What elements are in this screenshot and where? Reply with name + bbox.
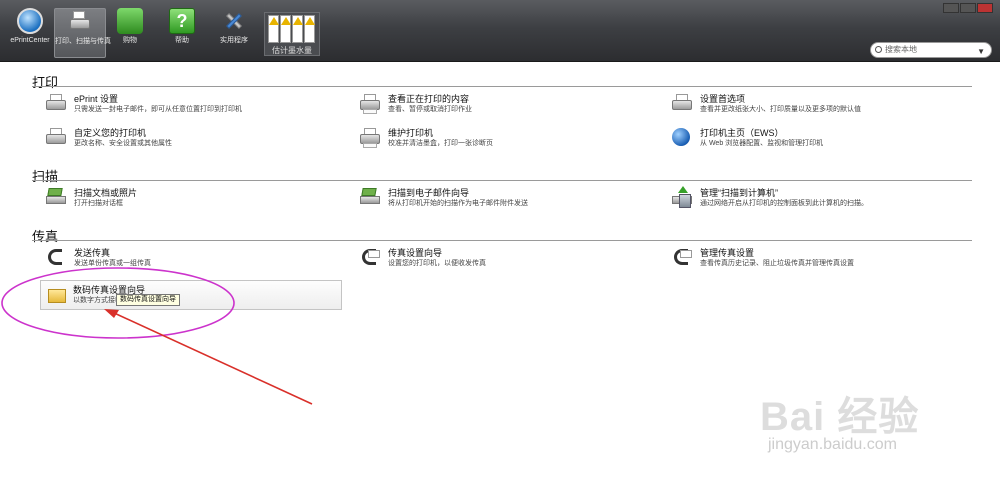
watermark-brand: Bai 经验 — [760, 395, 920, 439]
annotation-arrow-line — [111, 311, 313, 405]
annotation-arrowhead — [104, 309, 119, 318]
highlight-ellipse — [1, 267, 235, 339]
watermark-url: jingyan.baidu.com — [768, 436, 897, 453]
